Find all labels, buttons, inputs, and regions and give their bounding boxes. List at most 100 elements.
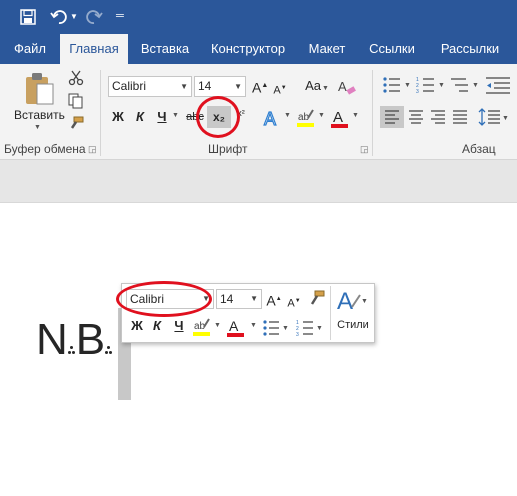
mini-font-size-value: 14: [220, 292, 234, 306]
line-spacing-icon[interactable]: ▼: [478, 106, 510, 128]
font-name-value: Calibri: [112, 79, 147, 93]
quick-access-toolbar: ▼ ═: [0, 0, 517, 34]
svg-text:3: 3: [416, 89, 419, 94]
font-size-combo[interactable]: 14 ▼: [194, 76, 246, 97]
mini-font-color-icon[interactable]: A: [226, 317, 246, 339]
text-effects-icon[interactable]: A: [262, 107, 284, 129]
svg-text:▼: ▼: [404, 82, 411, 89]
mini-font-size-combo[interactable]: 14 ▼: [216, 289, 262, 309]
mini-grow-font-button[interactable]: A▲: [266, 289, 282, 309]
justify-icon[interactable]: [448, 106, 472, 128]
paste-icon: [26, 73, 54, 105]
tab-layout[interactable]: Макет: [298, 34, 356, 64]
svg-text:3: 3: [296, 332, 299, 337]
mini-styles-label: Стили: [337, 319, 369, 331]
format-painter-icon[interactable]: [68, 116, 86, 134]
svg-text:▼: ▼: [316, 325, 323, 332]
font-name-combo[interactable]: Calibri ▼: [108, 76, 192, 97]
copy-icon[interactable]: [68, 93, 86, 111]
align-right-icon[interactable]: [426, 106, 450, 128]
paste-dropdown-icon[interactable]: ▼: [34, 124, 41, 131]
svg-text:▼: ▼: [502, 115, 509, 122]
svg-text:▼: ▼: [361, 298, 368, 305]
font-size-value: 14: [198, 79, 212, 93]
svg-text:A: A: [338, 79, 347, 94]
dot-mark: [67, 334, 76, 354]
undo-icon[interactable]: [50, 8, 68, 26]
chevron-down-icon[interactable]: ▼: [284, 112, 291, 119]
document-text[interactable]: NB: [36, 312, 113, 368]
tab-design[interactable]: Конструктор: [202, 34, 294, 64]
save-icon[interactable]: [20, 9, 36, 25]
text-n: N: [36, 315, 68, 364]
paste-label: Вставить: [14, 108, 65, 122]
separator: [372, 70, 373, 156]
shrink-font-button[interactable]: A▼: [272, 77, 288, 99]
numbering-icon[interactable]: 1 2 3 ▼: [416, 76, 446, 96]
chevron-down-icon[interactable]: ▼: [352, 112, 359, 119]
italic-button[interactable]: К: [132, 106, 148, 128]
align-center-icon[interactable]: [404, 106, 428, 128]
font-name-highlight-oval: [116, 281, 212, 317]
svg-text:▼: ▼: [282, 325, 289, 332]
bold-button[interactable]: Ж: [110, 106, 126, 128]
mini-styles-icon[interactable]: A ▼: [334, 287, 368, 315]
svg-text:A: A: [264, 109, 276, 129]
mini-bold-button[interactable]: Ж: [130, 316, 144, 336]
clear-formatting-icon[interactable]: A: [338, 78, 356, 96]
clipboard-group-label: Буфер обмена: [4, 142, 86, 156]
undo-dropdown-icon[interactable]: ▼: [70, 8, 78, 26]
ribbon: Вставить ▼ Буфер обмена ◲ Calibri ▼ 14 ▼…: [0, 64, 517, 160]
ruler-area: [0, 160, 517, 203]
chevron-down-icon: ▼: [321, 85, 329, 92]
mini-numbering-icon[interactable]: 1 2 3 ▼: [296, 319, 326, 338]
chevron-down-icon[interactable]: ▼: [318, 112, 325, 119]
tab-file[interactable]: Файл: [0, 34, 60, 64]
shrink-font-label: A: [273, 84, 281, 97]
svg-text:A: A: [333, 109, 343, 126]
subscript-highlight-oval: [196, 96, 240, 138]
mini-format-painter-icon[interactable]: [308, 290, 326, 308]
grow-font-button[interactable]: A▲: [252, 75, 268, 97]
chevron-down-icon: ▼: [234, 82, 242, 91]
mini-highlight-color-icon[interactable]: ab: [192, 318, 212, 338]
cut-icon[interactable]: [68, 70, 86, 88]
redo-icon[interactable]: [85, 8, 103, 26]
decrease-indent-icon[interactable]: [484, 76, 512, 96]
customize-qat-icon[interactable]: ═: [116, 9, 124, 23]
chevron-down-icon[interactable]: ▼: [250, 322, 257, 329]
chevron-down-icon: ▼: [250, 294, 258, 303]
change-case-label: Aa: [305, 78, 321, 93]
tab-mailings[interactable]: Рассылки: [432, 34, 508, 64]
separator: [330, 286, 331, 340]
mini-bullets-icon[interactable]: ▼: [262, 319, 292, 337]
chevron-down-icon: ▼: [180, 82, 188, 91]
mini-italic-button[interactable]: К: [150, 316, 164, 336]
grow-font-label: A: [252, 79, 262, 96]
align-left-icon: [385, 110, 399, 124]
tab-references[interactable]: Ссылки: [358, 34, 426, 64]
chevron-down-icon[interactable]: ▼: [214, 322, 221, 329]
svg-text:A: A: [229, 318, 239, 334]
mini-shrink-font-button[interactable]: A▼: [286, 291, 302, 311]
underline-button[interactable]: Ч: [154, 106, 170, 128]
dot-mark: [105, 334, 113, 354]
change-case-button[interactable]: Aa▼: [302, 75, 332, 97]
highlight-color-icon[interactable]: ab: [296, 108, 316, 128]
svg-text:▼: ▼: [438, 82, 445, 89]
font-group-label: Шрифт: [208, 142, 248, 156]
clipboard-launcher-icon[interactable]: ◲: [88, 144, 97, 155]
paste-button[interactable]: Вставить ▼: [14, 70, 65, 138]
separator: [100, 70, 101, 156]
underline-dropdown-icon[interactable]: ▼: [172, 112, 179, 119]
font-color-icon[interactable]: A: [330, 107, 350, 129]
tab-home[interactable]: Главная: [60, 34, 128, 64]
paragraph-group-label: Абзац: [462, 142, 496, 156]
bullets-icon[interactable]: ▼: [382, 76, 412, 96]
mini-underline-button[interactable]: Ч: [172, 316, 186, 336]
font-launcher-icon[interactable]: ◲: [360, 144, 369, 155]
align-left-button[interactable]: [380, 106, 404, 128]
svg-text:▼: ▼: [472, 82, 479, 89]
tab-insert[interactable]: Вставка: [130, 34, 200, 64]
multilevel-list-icon[interactable]: ▼: [450, 76, 480, 96]
